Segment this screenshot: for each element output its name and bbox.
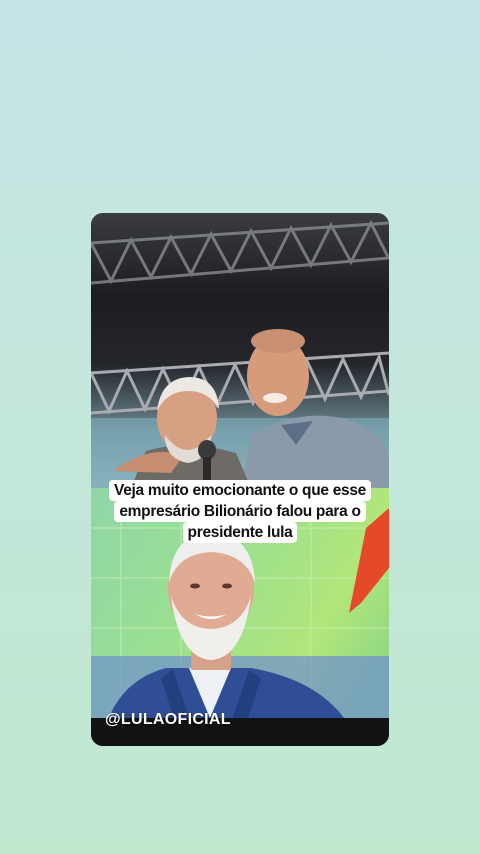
stage-scene (91, 219, 389, 488)
photo-stage-two-men (91, 213, 389, 488)
post-caption: Veja muito emocionante o que esse empres… (91, 480, 389, 543)
caption-line-3: presidente lula (182, 522, 298, 543)
caption-line-2: empresário Bilionário falou para o (114, 501, 366, 522)
caption-line-1: Veja muito emocionante o que esse (109, 480, 371, 501)
account-handle[interactable]: @LULAOFICIAL (105, 711, 231, 729)
video-post-card[interactable]: Veja muito emocionante o que esse empres… (91, 213, 389, 746)
